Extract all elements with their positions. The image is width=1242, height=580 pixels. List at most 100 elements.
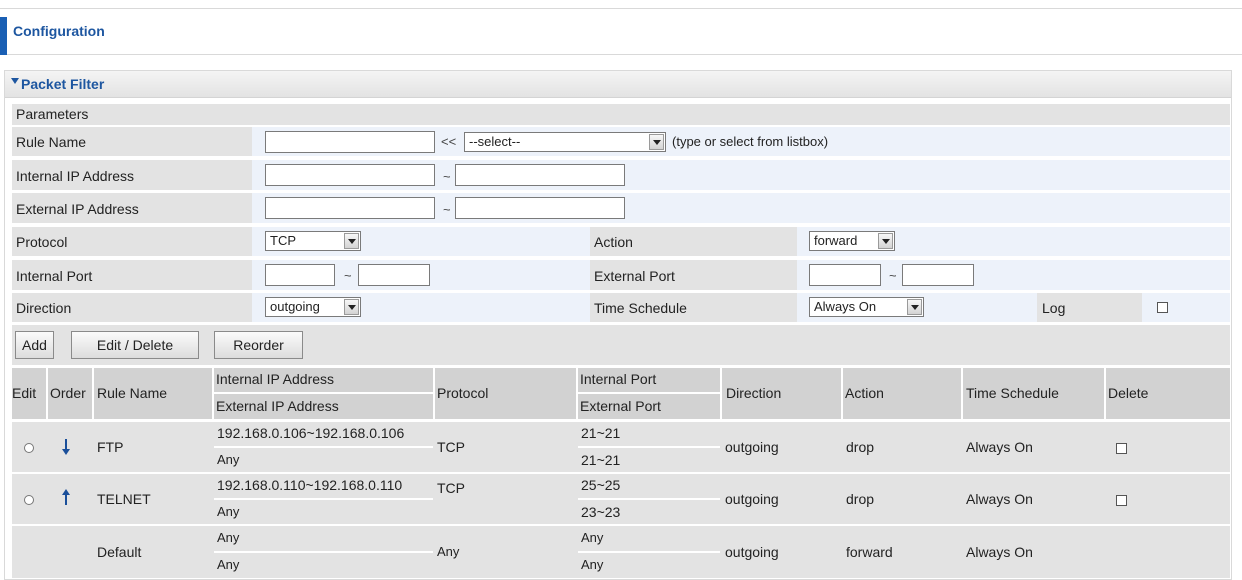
external-ip-row: External IP Address ~ (12, 193, 1230, 223)
rule-name-row: Rule Name << --select-- (type or select … (12, 127, 1230, 156)
action-label: Action (594, 234, 633, 250)
rule-name-cell: Default (97, 544, 142, 560)
time-schedule-cell: Always On (966, 439, 1033, 455)
add-button[interactable]: Add (15, 331, 54, 359)
action-select[interactable]: forward (809, 231, 895, 251)
chevron-down-icon[interactable] (649, 134, 664, 150)
header-external-port: External Port (578, 394, 720, 419)
cell-divider (214, 498, 433, 500)
time-schedule-cell: Always On (966, 544, 1033, 560)
external-ip-cell: Any (217, 452, 240, 467)
cell-divider (578, 551, 720, 553)
header-protocol: Protocol (435, 368, 576, 419)
external-ip-to-input[interactable] (455, 197, 625, 219)
rule-name-select[interactable]: --select-- (464, 132, 666, 152)
external-port-to-input[interactable] (902, 264, 974, 286)
internal-ip-from-input[interactable] (265, 164, 435, 186)
internal-port-cell: 21~21 (581, 425, 621, 441)
external-ip-from-input[interactable] (265, 197, 435, 219)
cell-divider (578, 498, 720, 500)
rule-name-input[interactable] (265, 131, 435, 153)
direction-select[interactable]: outgoing (265, 297, 361, 317)
rule-name-cell: FTP (97, 439, 124, 455)
direction-select-value: outgoing (270, 299, 320, 314)
rule-name-separator: << (441, 134, 457, 149)
header-direction: Direction (722, 368, 841, 419)
time-schedule-cell: Always On (966, 491, 1033, 507)
protocol-select[interactable]: TCP (265, 231, 361, 251)
external-port-cell: Any (581, 557, 604, 572)
external-ip-cell: Any (217, 504, 240, 519)
header-delete: Delete (1106, 368, 1230, 419)
internal-port-cell: 25~25 (581, 477, 621, 493)
chevron-down-icon[interactable] (878, 233, 893, 249)
internal-ip-to-input[interactable] (455, 164, 625, 186)
internal-ip-cell: 192.168.0.106~192.168.0.106 (217, 425, 405, 441)
external-ip-cell: Any (217, 557, 240, 572)
protocol-cell: TCP (437, 439, 465, 455)
rule-name-label: Rule Name (16, 134, 87, 150)
buttons-row: Add Edit / Delete Reorder (12, 325, 1230, 365)
chevron-down-icon[interactable] (344, 233, 359, 249)
protocol-cell: TCP (437, 480, 465, 496)
action-cell: drop (846, 439, 875, 455)
direction-row: Direction outgoing Time Schedule Always … (12, 293, 1230, 322)
log-label: Log (1042, 300, 1066, 316)
chevron-down-icon[interactable] (907, 299, 922, 315)
header-internal-ip: Internal IP Address (214, 368, 433, 392)
parameters-heading: Parameters (16, 106, 89, 122)
protocol-select-value: TCP (270, 233, 296, 248)
section-title: Packet Filter (21, 76, 105, 92)
internal-port-separator: ~ (344, 268, 352, 283)
external-ip-label: External IP Address (16, 201, 139, 217)
internal-port-label: Internal Port (16, 268, 93, 284)
rule-name-cell: TELNET (97, 491, 151, 507)
time-schedule-select-value: Always On (814, 299, 877, 314)
log-checkbox[interactable] (1157, 302, 1168, 313)
cell-divider (578, 446, 720, 448)
collapse-triangle-icon[interactable] (11, 78, 19, 84)
direction-label: Direction (16, 300, 72, 316)
direction-cell: outgoing (725, 491, 779, 507)
delete-checkbox[interactable] (1116, 495, 1127, 506)
table-row: Default Any Any Any Any Any outgoing for… (12, 526, 1230, 578)
rules-table: Edit Order Rule Name Internal IP Address… (12, 368, 1230, 579)
header-action: Action (843, 368, 961, 419)
time-schedule-label: Time Schedule (594, 300, 687, 316)
top-bar: Configuration (0, 8, 1242, 55)
chevron-down-icon[interactable] (344, 299, 359, 315)
internal-ip-label: Internal IP Address (16, 168, 135, 184)
external-ip-separator: ~ (443, 202, 451, 217)
rule-name-hint: (type or select from listbox) (672, 134, 829, 149)
arrow-up-icon[interactable] (60, 489, 72, 505)
edit-delete-button[interactable]: Edit / Delete (71, 331, 199, 359)
external-port-separator: ~ (889, 268, 897, 283)
direction-cell: outgoing (725, 439, 779, 455)
table-row: TELNET 192.168.0.110~192.168.0.110 Any T… (12, 474, 1230, 524)
action-cell: drop (846, 491, 875, 507)
accent-bar (0, 17, 7, 55)
internal-port-from-input[interactable] (265, 264, 335, 286)
arrow-down-icon[interactable] (60, 439, 72, 455)
header-time-schedule: Time Schedule (963, 368, 1104, 419)
external-port-from-input[interactable] (809, 264, 881, 286)
internal-port-to-input[interactable] (358, 264, 430, 286)
protocol-cell: Any (437, 544, 460, 559)
internal-port-cell: Any (581, 530, 604, 545)
rule-name-select-value: --select-- (469, 134, 521, 149)
packet-filter-section: Packet Filter Parameters Rule Name << --… (4, 70, 1232, 580)
section-header[interactable]: Packet Filter (5, 71, 1231, 98)
table-row: FTP 192.168.0.106~192.168.0.106 Any TCP … (12, 422, 1230, 472)
edit-radio[interactable] (24, 495, 34, 505)
edit-radio[interactable] (24, 443, 34, 453)
protocol-row: Protocol TCP Action forward (12, 227, 1230, 256)
direction-cell: outgoing (725, 544, 779, 560)
action-cell: forward (846, 544, 893, 560)
delete-checkbox[interactable] (1116, 443, 1127, 454)
cell-divider (214, 446, 433, 448)
page-title: Configuration (13, 23, 105, 39)
protocol-label: Protocol (16, 234, 68, 250)
time-schedule-select[interactable]: Always On (809, 297, 924, 317)
header-order: Order (48, 368, 92, 419)
reorder-button[interactable]: Reorder (214, 331, 303, 359)
